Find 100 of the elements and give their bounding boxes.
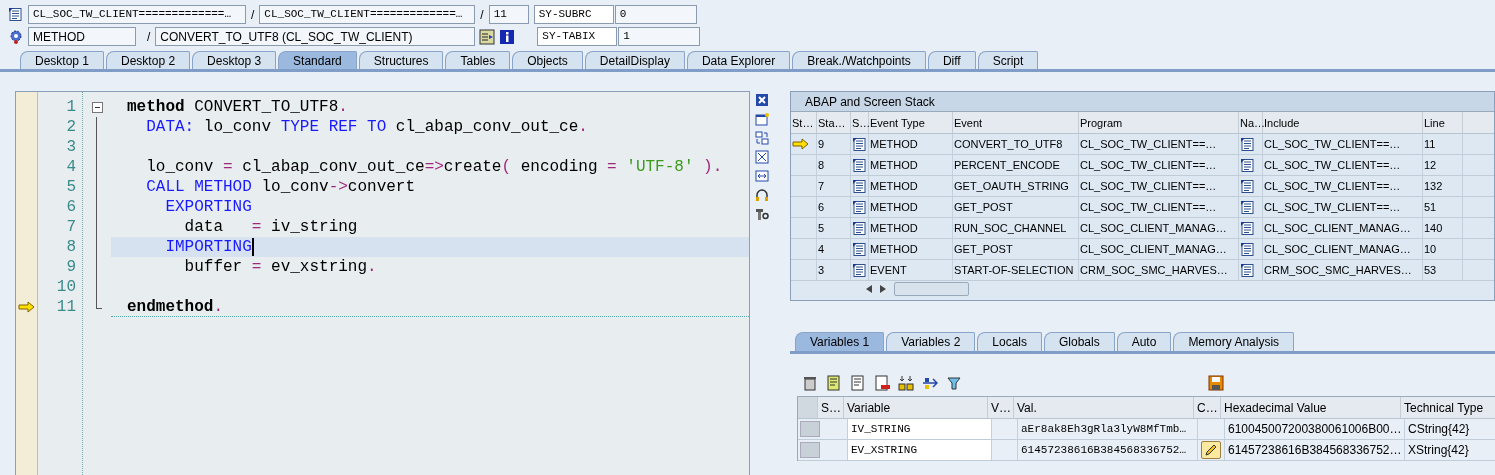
table-cell: EVENT bbox=[869, 260, 953, 280]
source-code-icon[interactable] bbox=[1240, 241, 1255, 257]
edit-button[interactable] bbox=[1201, 441, 1221, 459]
column-header[interactable]: S… bbox=[818, 397, 844, 418]
tab[interactable]: Desktop 1 bbox=[20, 51, 105, 69]
system-field-value: 0 bbox=[614, 5, 697, 24]
line-number: 8 bbox=[66, 237, 76, 257]
tab[interactable]: Structures bbox=[358, 51, 444, 69]
code-line: EXPORTING bbox=[164, 197, 252, 217]
tab[interactable]: Locals bbox=[977, 332, 1042, 351]
document-delete-icon[interactable] bbox=[874, 375, 890, 391]
column-header[interactable]: C… bbox=[1194, 397, 1221, 418]
close-icon[interactable] bbox=[755, 93, 769, 107]
tab[interactable]: Variables 2 bbox=[886, 332, 976, 351]
column-header[interactable]: Include bbox=[1263, 112, 1423, 133]
table-cell: CL_SOC_CLIENT_MANAG… bbox=[1263, 218, 1423, 238]
column-header[interactable]: St… bbox=[791, 112, 817, 133]
tab[interactable]: DetailDisplay bbox=[584, 51, 685, 69]
tab[interactable]: Tables bbox=[445, 51, 511, 69]
table-cell: CL_SOC_TW_CLIENT==… bbox=[1263, 197, 1423, 217]
separator: / bbox=[146, 28, 152, 46]
new-window-icon[interactable] bbox=[755, 112, 769, 126]
tools-icon[interactable] bbox=[755, 207, 769, 221]
input-field[interactable]: EV_XSTRING bbox=[848, 440, 992, 460]
swap-windows-icon[interactable] bbox=[755, 131, 769, 145]
source-code-icon[interactable] bbox=[1240, 262, 1255, 278]
table-cell: 4 bbox=[817, 239, 851, 259]
code-line: buffer = ev_xstring. bbox=[183, 257, 377, 277]
table-cell: CL_SOC_TW_CLIENT==… bbox=[1263, 176, 1423, 196]
tab[interactable]: Standard bbox=[278, 51, 357, 69]
tab[interactable]: Desktop 3 bbox=[192, 51, 277, 69]
line-number: 7 bbox=[66, 217, 76, 237]
source-code-icon[interactable] bbox=[1240, 199, 1255, 215]
column-header[interactable]: V… bbox=[988, 397, 1014, 418]
column-header[interactable]: Na… bbox=[1239, 112, 1263, 133]
event-field: CONVERT_TO_UTF8 (CL_SOC_TW_CLIENT) bbox=[155, 27, 476, 46]
scroll-left-icon[interactable] bbox=[866, 285, 872, 293]
table-cell: METHOD bbox=[869, 155, 953, 175]
table-cell: METHOD bbox=[869, 176, 953, 196]
document-icon bbox=[852, 199, 867, 215]
tab[interactable]: Objects bbox=[512, 51, 583, 69]
network-icon[interactable] bbox=[922, 375, 938, 391]
table-cell: CL_SOC_TW_CLIENT==… bbox=[1079, 134, 1239, 154]
headphones-icon[interactable] bbox=[755, 188, 769, 202]
document-icon bbox=[852, 178, 867, 194]
table-cell: CL_SOC_CLIENT_MANAG… bbox=[1079, 239, 1239, 259]
tab[interactable]: Memory Analysis bbox=[1173, 332, 1295, 351]
tab[interactable]: Globals bbox=[1044, 332, 1115, 351]
tab[interactable]: Break./Watchpoints bbox=[792, 51, 926, 69]
filter-icon[interactable] bbox=[946, 375, 962, 391]
code-line: method CONVERT_TO_UTF8. bbox=[127, 97, 348, 117]
trash-icon[interactable] bbox=[802, 375, 818, 391]
scrollbar-thumb[interactable] bbox=[894, 282, 969, 296]
column-header[interactable]: Event bbox=[953, 112, 1079, 133]
info-icon[interactable] bbox=[499, 28, 516, 45]
column-header[interactable]: Line bbox=[1423, 112, 1463, 133]
line-number: 11 bbox=[56, 297, 76, 317]
table-cell: 10 bbox=[1423, 239, 1463, 259]
tab[interactable]: Auto bbox=[1116, 332, 1172, 351]
source-code-icon[interactable] bbox=[1240, 157, 1255, 173]
source-code-icon[interactable] bbox=[1240, 220, 1255, 236]
code-line: endmethod. bbox=[127, 296, 224, 317]
maximize-icon[interactable] bbox=[755, 150, 769, 164]
table-cell: METHOD bbox=[869, 218, 953, 238]
table-cell: PERCENT_ENCODE bbox=[953, 155, 1079, 175]
sort-icon[interactable] bbox=[898, 375, 914, 391]
table-cell: CString{42} bbox=[1405, 419, 1495, 439]
separator: / bbox=[250, 6, 256, 24]
tab[interactable]: Desktop 2 bbox=[106, 51, 191, 69]
source-code-icon[interactable] bbox=[1240, 136, 1255, 152]
tab[interactable]: Script bbox=[977, 51, 1039, 69]
table-cell: CL_SOC_TW_CLIENT==… bbox=[1079, 197, 1239, 217]
tab[interactable]: Diff bbox=[927, 51, 976, 69]
source-code-icon[interactable] bbox=[1240, 178, 1255, 194]
input-field[interactable]: IV_STRING bbox=[848, 419, 992, 439]
resize-horizontal-icon[interactable] bbox=[755, 169, 769, 183]
column-header[interactable]: Program bbox=[1079, 112, 1239, 133]
code-line: CALL METHOD lo_conv->convert bbox=[145, 177, 416, 197]
column-header[interactable]: S… bbox=[851, 112, 869, 133]
table-cell: CONVERT_TO_UTF8 bbox=[953, 134, 1079, 154]
column-header[interactable]: Event Type bbox=[869, 112, 953, 133]
line-number: 1 bbox=[66, 97, 76, 117]
table-cell: CL_SOC_CLIENT_MANAG… bbox=[1079, 218, 1239, 238]
save-icon[interactable] bbox=[1208, 375, 1224, 391]
pencil-icon bbox=[1204, 443, 1218, 457]
tab[interactable]: Variables 1 bbox=[795, 332, 885, 351]
display-icon[interactable] bbox=[479, 28, 496, 45]
tab[interactable]: Data Explorer bbox=[686, 51, 791, 69]
system-field-name: SY-TABIX bbox=[537, 27, 618, 46]
system-field-name: SY-SUBRC bbox=[533, 5, 614, 24]
column-header[interactable]: Hexadecimal Value bbox=[1221, 397, 1401, 418]
column-header[interactable]: Sta… bbox=[817, 112, 851, 133]
column-header[interactable]: Val. bbox=[1014, 397, 1194, 418]
column-header[interactable]: Technical Type bbox=[1401, 397, 1495, 418]
column-header[interactable]: Variable bbox=[844, 397, 988, 418]
scroll-right-icon[interactable] bbox=[880, 285, 886, 293]
collapse-toggle[interactable] bbox=[91, 101, 103, 113]
document-edit-icon[interactable] bbox=[826, 375, 842, 391]
table-cell: 140 bbox=[1423, 218, 1463, 238]
table-cell: 5 bbox=[817, 218, 851, 238]
